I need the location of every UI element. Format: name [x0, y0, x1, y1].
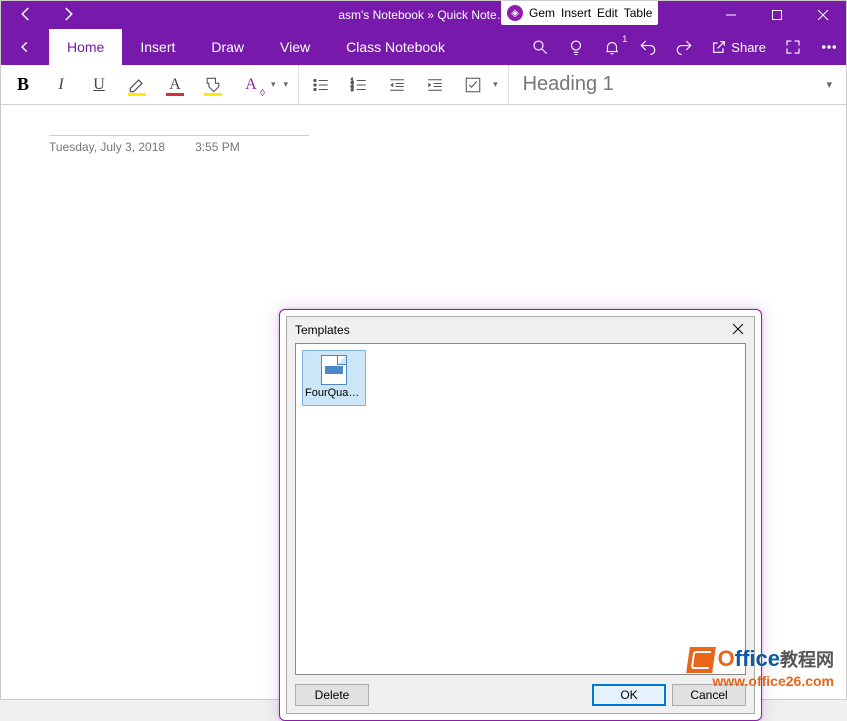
- underline-button[interactable]: U: [87, 73, 111, 97]
- font-color-button[interactable]: A: [163, 73, 187, 97]
- template-label: FourQuadr…: [303, 387, 365, 399]
- gem-menu-edit[interactable]: Edit: [597, 6, 618, 20]
- redo-icon[interactable]: [675, 38, 693, 56]
- title-bar: asm's Notebook » Quick Note… ◈ Gem Inser…: [1, 1, 846, 29]
- ribbon-tabs: Home Insert Draw View Class Notebook 1 S…: [1, 29, 846, 65]
- ribbon-back-button[interactable]: [1, 29, 49, 65]
- page-datetime: Tuesday, July 3, 2018 3:55 PM: [49, 135, 309, 154]
- italic-button[interactable]: I: [49, 73, 73, 97]
- outdent-button[interactable]: [385, 73, 409, 97]
- tab-home[interactable]: Home: [49, 29, 122, 65]
- format-painter-button[interactable]: [201, 73, 225, 97]
- tab-draw[interactable]: Draw: [193, 29, 262, 65]
- indent-button[interactable]: [423, 73, 447, 97]
- delete-button[interactable]: Delete: [295, 684, 369, 706]
- more-icon[interactable]: [820, 38, 838, 56]
- watermark-url: www.office26.com: [688, 673, 834, 689]
- minimize-button[interactable]: [708, 1, 754, 29]
- template-item[interactable]: FourQuadr…: [302, 350, 366, 406]
- formatting-toolbar: B I U A A◊ ▾ ▾ 123 ▾ Heading 1 ▾: [1, 65, 846, 105]
- ok-button[interactable]: OK: [592, 684, 666, 706]
- watermark-logo-icon: [686, 647, 716, 673]
- share-button[interactable]: Share: [711, 39, 766, 55]
- font-more-chevron-icon[interactable]: ▾: [284, 79, 289, 90]
- gem-menu-table[interactable]: Table: [624, 6, 653, 20]
- todo-tag-button[interactable]: [461, 73, 485, 97]
- notifications-icon[interactable]: 1: [603, 38, 621, 56]
- nav-forward-icon[interactable]: [59, 5, 77, 26]
- template-file-icon: [321, 355, 347, 385]
- watermark: Office教程网 www.office26.com: [688, 646, 834, 689]
- paragraph-more-chevron-icon[interactable]: ▾: [493, 79, 498, 90]
- onenote-window: asm's Notebook » Quick Note… ◈ Gem Inser…: [0, 0, 847, 700]
- tab-insert[interactable]: Insert: [122, 29, 193, 65]
- highlight-button[interactable]: [125, 73, 149, 97]
- dialog-close-button[interactable]: [732, 323, 746, 337]
- clear-formatting-button[interactable]: A◊: [239, 73, 263, 97]
- dialog-title: Templates: [295, 323, 350, 337]
- notification-badge: 1: [622, 34, 627, 44]
- page-canvas[interactable]: Tuesday, July 3, 2018 3:55 PM Templates …: [1, 105, 846, 699]
- tab-class-notebook[interactable]: Class Notebook: [328, 29, 463, 65]
- nav-back-icon[interactable]: [17, 5, 35, 26]
- window-title: asm's Notebook » Quick Note…: [338, 8, 508, 22]
- lightbulb-icon[interactable]: [567, 38, 585, 56]
- close-button[interactable]: [800, 1, 846, 29]
- bold-button[interactable]: B: [11, 73, 35, 97]
- page-time: 3:55 PM: [195, 140, 240, 154]
- search-icon[interactable]: [531, 38, 549, 56]
- undo-icon[interactable]: [639, 38, 657, 56]
- maximize-button[interactable]: [754, 1, 800, 29]
- tab-view[interactable]: View: [262, 29, 328, 65]
- bullet-list-button[interactable]: [309, 73, 333, 97]
- numbered-list-button[interactable]: 123: [347, 73, 371, 97]
- styles-gallery[interactable]: Heading 1 ▾: [509, 73, 846, 96]
- current-style-name: Heading 1: [523, 73, 614, 96]
- fullscreen-icon[interactable]: [784, 38, 802, 56]
- svg-text:3: 3: [351, 87, 354, 93]
- gem-addin-menubar: ◈ Gem Insert Edit Table: [501, 1, 658, 25]
- chevron-down-icon[interactable]: ▾: [271, 79, 276, 90]
- gem-name[interactable]: Gem: [529, 6, 555, 20]
- page-date: Tuesday, July 3, 2018: [49, 140, 165, 154]
- templates-list[interactable]: FourQuadr…: [295, 343, 746, 675]
- share-label: Share: [731, 40, 766, 55]
- gem-icon: ◈: [507, 5, 523, 21]
- style-chevron-icon[interactable]: ▾: [826, 78, 832, 91]
- gem-menu-insert[interactable]: Insert: [561, 6, 591, 20]
